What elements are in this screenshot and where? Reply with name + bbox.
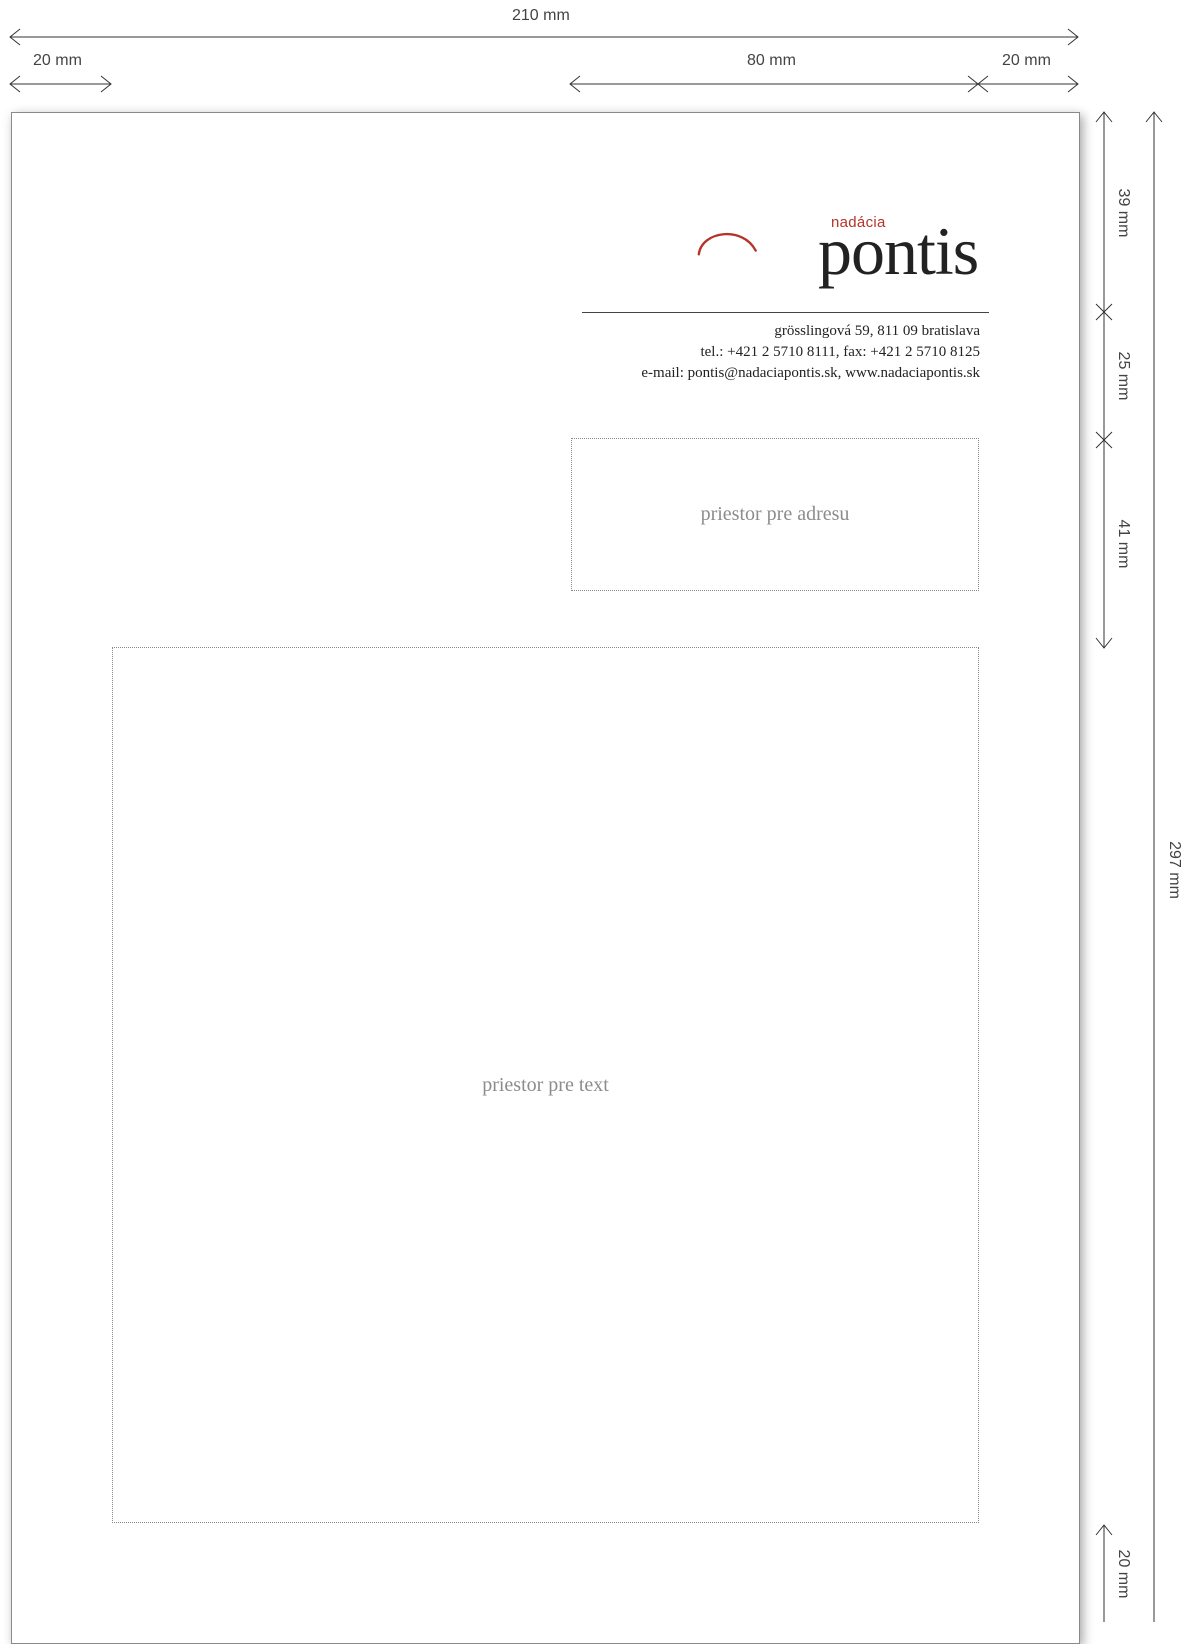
left-margin-label: 20 mm: [33, 52, 82, 69]
logo-wordmark: pontis: [818, 213, 979, 289]
address-height-label: 41 mm: [1115, 519, 1132, 569]
page-width-label: 210 mm: [512, 7, 570, 24]
header-height-label: 39 mm: [1115, 188, 1132, 238]
letterhead-page: nadácia pontis grösslingová 59, 811 09 b…: [11, 112, 1080, 1644]
header-divider: [582, 312, 989, 313]
text-placeholder-box: priestor pre text: [112, 647, 979, 1523]
contact-block: grösslingová 59, 811 09 bratislava tel.:…: [641, 321, 980, 384]
bottom-margin-label: 20 mm: [1115, 1549, 1132, 1599]
logo-arc-icon: [697, 233, 757, 256]
address-placeholder-label: priestor pre adresu: [700, 503, 850, 525]
contact-email: e-mail: pontis@nadaciapontis.sk, www.nad…: [641, 365, 980, 381]
contact-phone: tel.: +421 2 5710 8111, fax: +421 2 5710…: [700, 344, 980, 360]
contact-height-label: 25 mm: [1115, 351, 1132, 401]
block-width-label: 80 mm: [747, 52, 796, 69]
page-height-label: 297 mm: [1166, 841, 1183, 899]
text-placeholder-label: priestor pre text: [482, 1073, 609, 1096]
address-placeholder-box: priestor pre adresu: [571, 438, 979, 591]
contact-address: grösslingová 59, 811 09 bratislava: [774, 323, 980, 339]
right-margin-label: 20 mm: [1002, 52, 1051, 69]
